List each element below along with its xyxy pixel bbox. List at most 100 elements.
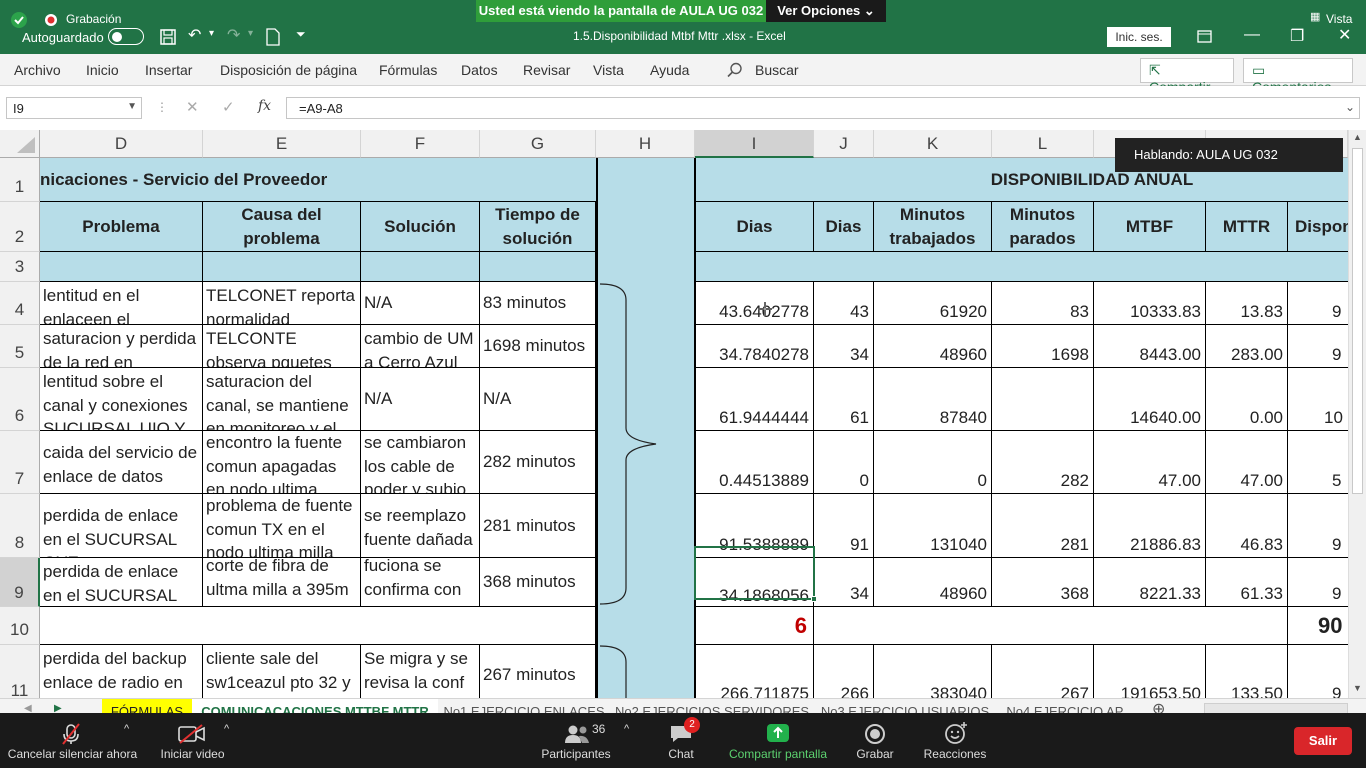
cell-dias[interactable]: 43.6402778	[695, 282, 814, 325]
column-header-g[interactable]: G	[480, 130, 596, 158]
cell-mttr[interactable]: 133.50	[1206, 645, 1288, 698]
cell-minutos-parados[interactable]: 368	[992, 558, 1094, 607]
cell-disponibilidad[interactable]: 9	[1288, 494, 1348, 558]
cell-minutos-trabajados[interactable]: 383040	[874, 645, 992, 698]
header-minutos-trabajados[interactable]: Minutos trabajados	[874, 202, 992, 252]
reactions-button[interactable]: Reacciones	[920, 713, 990, 768]
cell-dias[interactable]: 34.1868056	[695, 558, 814, 607]
cell-solucion[interactable]: fuciona se confirma con el noc y queda	[361, 552, 480, 607]
cell-solucion[interactable]: se cambiaron los cable de poder y subio	[361, 431, 480, 494]
header-mtbf[interactable]: MTBF	[1094, 202, 1206, 252]
column-header-e[interactable]: E	[203, 130, 361, 158]
blank-cell[interactable]	[695, 252, 1348, 282]
cell-problema[interactable]: caida del servicio de enlace de datos	[40, 431, 203, 494]
cell-mtbf[interactable]: 21886.83	[1094, 494, 1206, 558]
redo-icon[interactable]: ↷	[227, 25, 240, 45]
cell-mtbf[interactable]: 14640.00	[1094, 368, 1206, 431]
cell-disponibilidad[interactable]: 10	[1288, 368, 1348, 431]
sign-in-button[interactable]: Inic. ses.	[1107, 27, 1171, 47]
cell-disponibilidad[interactable]: 9	[1288, 645, 1348, 698]
blank-cell[interactable]	[814, 607, 1288, 645]
header-minutos-parados[interactable]: Minutos parados	[992, 202, 1094, 252]
header-disponibilidad[interactable]: Dispon	[1288, 202, 1348, 252]
cell-mtbf[interactable]: 8443.00	[1094, 325, 1206, 368]
cell-tiempo[interactable]: 368 minutos	[480, 558, 596, 607]
cell-dias[interactable]: 61.9444444	[695, 368, 814, 431]
cell-dias[interactable]: 91.5388889	[695, 494, 814, 558]
chevron-up-icon[interactable]: ^	[624, 723, 629, 735]
cell-disponibilidad[interactable]: 5	[1288, 431, 1348, 494]
leave-button[interactable]: Salir	[1294, 727, 1352, 755]
column-header-l[interactable]: L	[992, 130, 1094, 158]
redo-dropdown-icon[interactable]: ▾	[248, 28, 253, 39]
scrollbar-thumb[interactable]	[1352, 148, 1363, 494]
column-header-j[interactable]: J	[814, 130, 874, 158]
cell-mtbf[interactable]: 10333.83	[1094, 282, 1206, 325]
cell-solucion[interactable]: Se migra y se revisa la conf bgp y se	[361, 645, 480, 698]
cell-minutos-trabajados[interactable]: 87840	[874, 368, 992, 431]
header-causa[interactable]: Causa del problema	[203, 202, 361, 252]
column-header-d[interactable]: D	[40, 130, 203, 158]
cell-minutos-trabajados[interactable]: 0	[874, 431, 992, 494]
enter-icon[interactable]: ✓	[222, 98, 235, 116]
restore-icon[interactable]: ❐	[1290, 26, 1304, 46]
cell-dias[interactable]: 34.7840278	[695, 325, 814, 368]
availability-total[interactable]: 90	[1288, 607, 1348, 645]
cancel-icon[interactable]: ✕	[186, 98, 199, 116]
chevron-up-icon[interactable]: ^	[224, 723, 229, 735]
participants-button[interactable]: 36 Participantes	[535, 713, 617, 768]
cell-disponibilidad[interactable]: 9	[1288, 325, 1348, 368]
close-icon[interactable]: ✕	[1338, 25, 1351, 45]
customize-qat-icon[interactable]: ⏷	[296, 27, 306, 42]
cell-dias-int[interactable]: 34	[814, 325, 874, 368]
vertical-scrollbar[interactable]: ▲ ▼	[1348, 130, 1366, 698]
tab-revisar[interactable]: Revisar	[523, 62, 570, 78]
header-dias[interactable]: Dias	[695, 202, 814, 252]
cell-minutos-trabajados[interactable]: 131040	[874, 494, 992, 558]
tab-formulas[interactable]: Fórmulas	[379, 62, 437, 78]
cell-mttr[interactable]: 283.00	[1206, 325, 1288, 368]
row-header-8[interactable]: 8	[0, 494, 40, 558]
row-header-4[interactable]: 4	[0, 282, 40, 325]
insert-function-icon[interactable]: fx	[258, 98, 271, 114]
cell-disponibilidad[interactable]: 9	[1288, 282, 1348, 325]
cell-mtbf[interactable]: 47.00	[1094, 431, 1206, 494]
blank-cell[interactable]	[203, 252, 361, 282]
cell-dias-int[interactable]: 34	[814, 558, 874, 607]
cell-solucion[interactable]: N/A	[361, 282, 480, 325]
cell-mttr[interactable]: 0.00	[1206, 368, 1288, 431]
cell-tiempo[interactable]: N/A	[480, 368, 596, 431]
cell-mttr[interactable]: 13.83	[1206, 282, 1288, 325]
cell-tiempo[interactable]: 282 minutos	[480, 431, 596, 494]
cell-mttr[interactable]: 46.83	[1206, 494, 1288, 558]
cell-minutos-trabajados[interactable]: 61920	[874, 282, 992, 325]
blank-cell[interactable]	[480, 252, 596, 282]
cell-solucion[interactable]: cambio de UM a Cerro Azul	[361, 325, 480, 368]
cell-causa[interactable]: corte de fibra de ultma milla a 395m del…	[203, 552, 361, 607]
row-header-7[interactable]: 7	[0, 431, 40, 494]
row-header-5[interactable]: 5	[0, 325, 40, 368]
header-mttr[interactable]: MTTR	[1206, 202, 1288, 252]
new-file-icon[interactable]	[266, 28, 280, 46]
header-problema[interactable]: Problema	[40, 202, 203, 252]
cell-problema[interactable]: saturacion y perdida de la red en	[40, 325, 203, 368]
column-header-h[interactable]: H	[596, 130, 695, 158]
tab-insertar[interactable]: Insertar	[145, 62, 192, 78]
scroll-down-icon[interactable]: ▼	[1353, 683, 1362, 693]
record-button[interactable]: Grabar	[848, 713, 902, 768]
cell-dias-int[interactable]: 91	[814, 494, 874, 558]
minimize-icon[interactable]: —	[1244, 26, 1260, 44]
blank-cell[interactable]	[40, 252, 203, 282]
header-dias-2[interactable]: Dias	[814, 202, 874, 252]
cell-dias-int[interactable]: 0	[814, 431, 874, 494]
mute-button[interactable]: ^ Cancelar silenciar ahora	[0, 713, 145, 768]
cell-problema[interactable]: lentitud en el enlaceen el	[40, 282, 203, 325]
row-header-6[interactable]: 6	[0, 368, 40, 431]
cell-minutos-parados[interactable]	[992, 368, 1094, 431]
column-header-k[interactable]: K	[874, 130, 992, 158]
tab-inicio[interactable]: Inicio	[86, 62, 119, 78]
cell-causa[interactable]: encontro la fuente comun apagadas en nod…	[203, 431, 361, 494]
chat-button[interactable]: 2 Chat	[652, 713, 710, 768]
ribbon-display-icon[interactable]	[1197, 30, 1212, 43]
tab-datos[interactable]: Datos	[461, 62, 498, 78]
